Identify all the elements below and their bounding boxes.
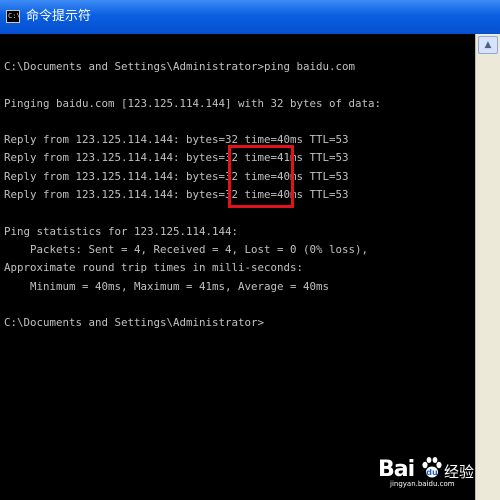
console-line: Ping statistics for 123.125.114.144: bbox=[4, 224, 239, 238]
console-line: Approximate round trip times in milli-se… bbox=[4, 261, 304, 275]
watermark-brand: Bai bbox=[378, 457, 415, 482]
console-line: Minimum = 40ms, Maximum = 41ms, Average … bbox=[4, 279, 330, 293]
baidu-watermark: Bai du 经验 jingyan.baidu.com bbox=[378, 455, 496, 489]
scroll-up-icon[interactable]: ▲ bbox=[478, 36, 498, 54]
svg-text:du: du bbox=[426, 468, 438, 477]
time-highlight-box bbox=[228, 145, 294, 208]
cmd-window: C:\ 命令提示符 C:\Documents and Settings\Admi… bbox=[0, 0, 500, 500]
console-area[interactable]: C:\Documents and Settings\Administrator>… bbox=[0, 34, 475, 500]
console-line: C:\Documents and Settings\Administrator> bbox=[4, 316, 265, 330]
console-line: Packets: Sent = 4, Received = 4, Lost = … bbox=[4, 242, 369, 256]
console-line: Pinging baidu.com [123.125.114.144] with… bbox=[4, 96, 382, 110]
baidu-paw-icon: du bbox=[422, 457, 442, 478]
watermark-url: jingyan.baidu.com bbox=[390, 480, 455, 488]
vertical-scrollbar[interactable]: ▲ bbox=[475, 34, 500, 500]
cmd-icon[interactable]: C:\ bbox=[6, 10, 21, 23]
title-bar[interactable]: C:\ 命令提示符 bbox=[0, 0, 500, 34]
console-line: C:\Documents and Settings\Administrator>… bbox=[4, 60, 356, 73]
watermark-suffix: 经验 bbox=[444, 463, 475, 481]
window-title: 命令提示符 bbox=[26, 9, 92, 24]
